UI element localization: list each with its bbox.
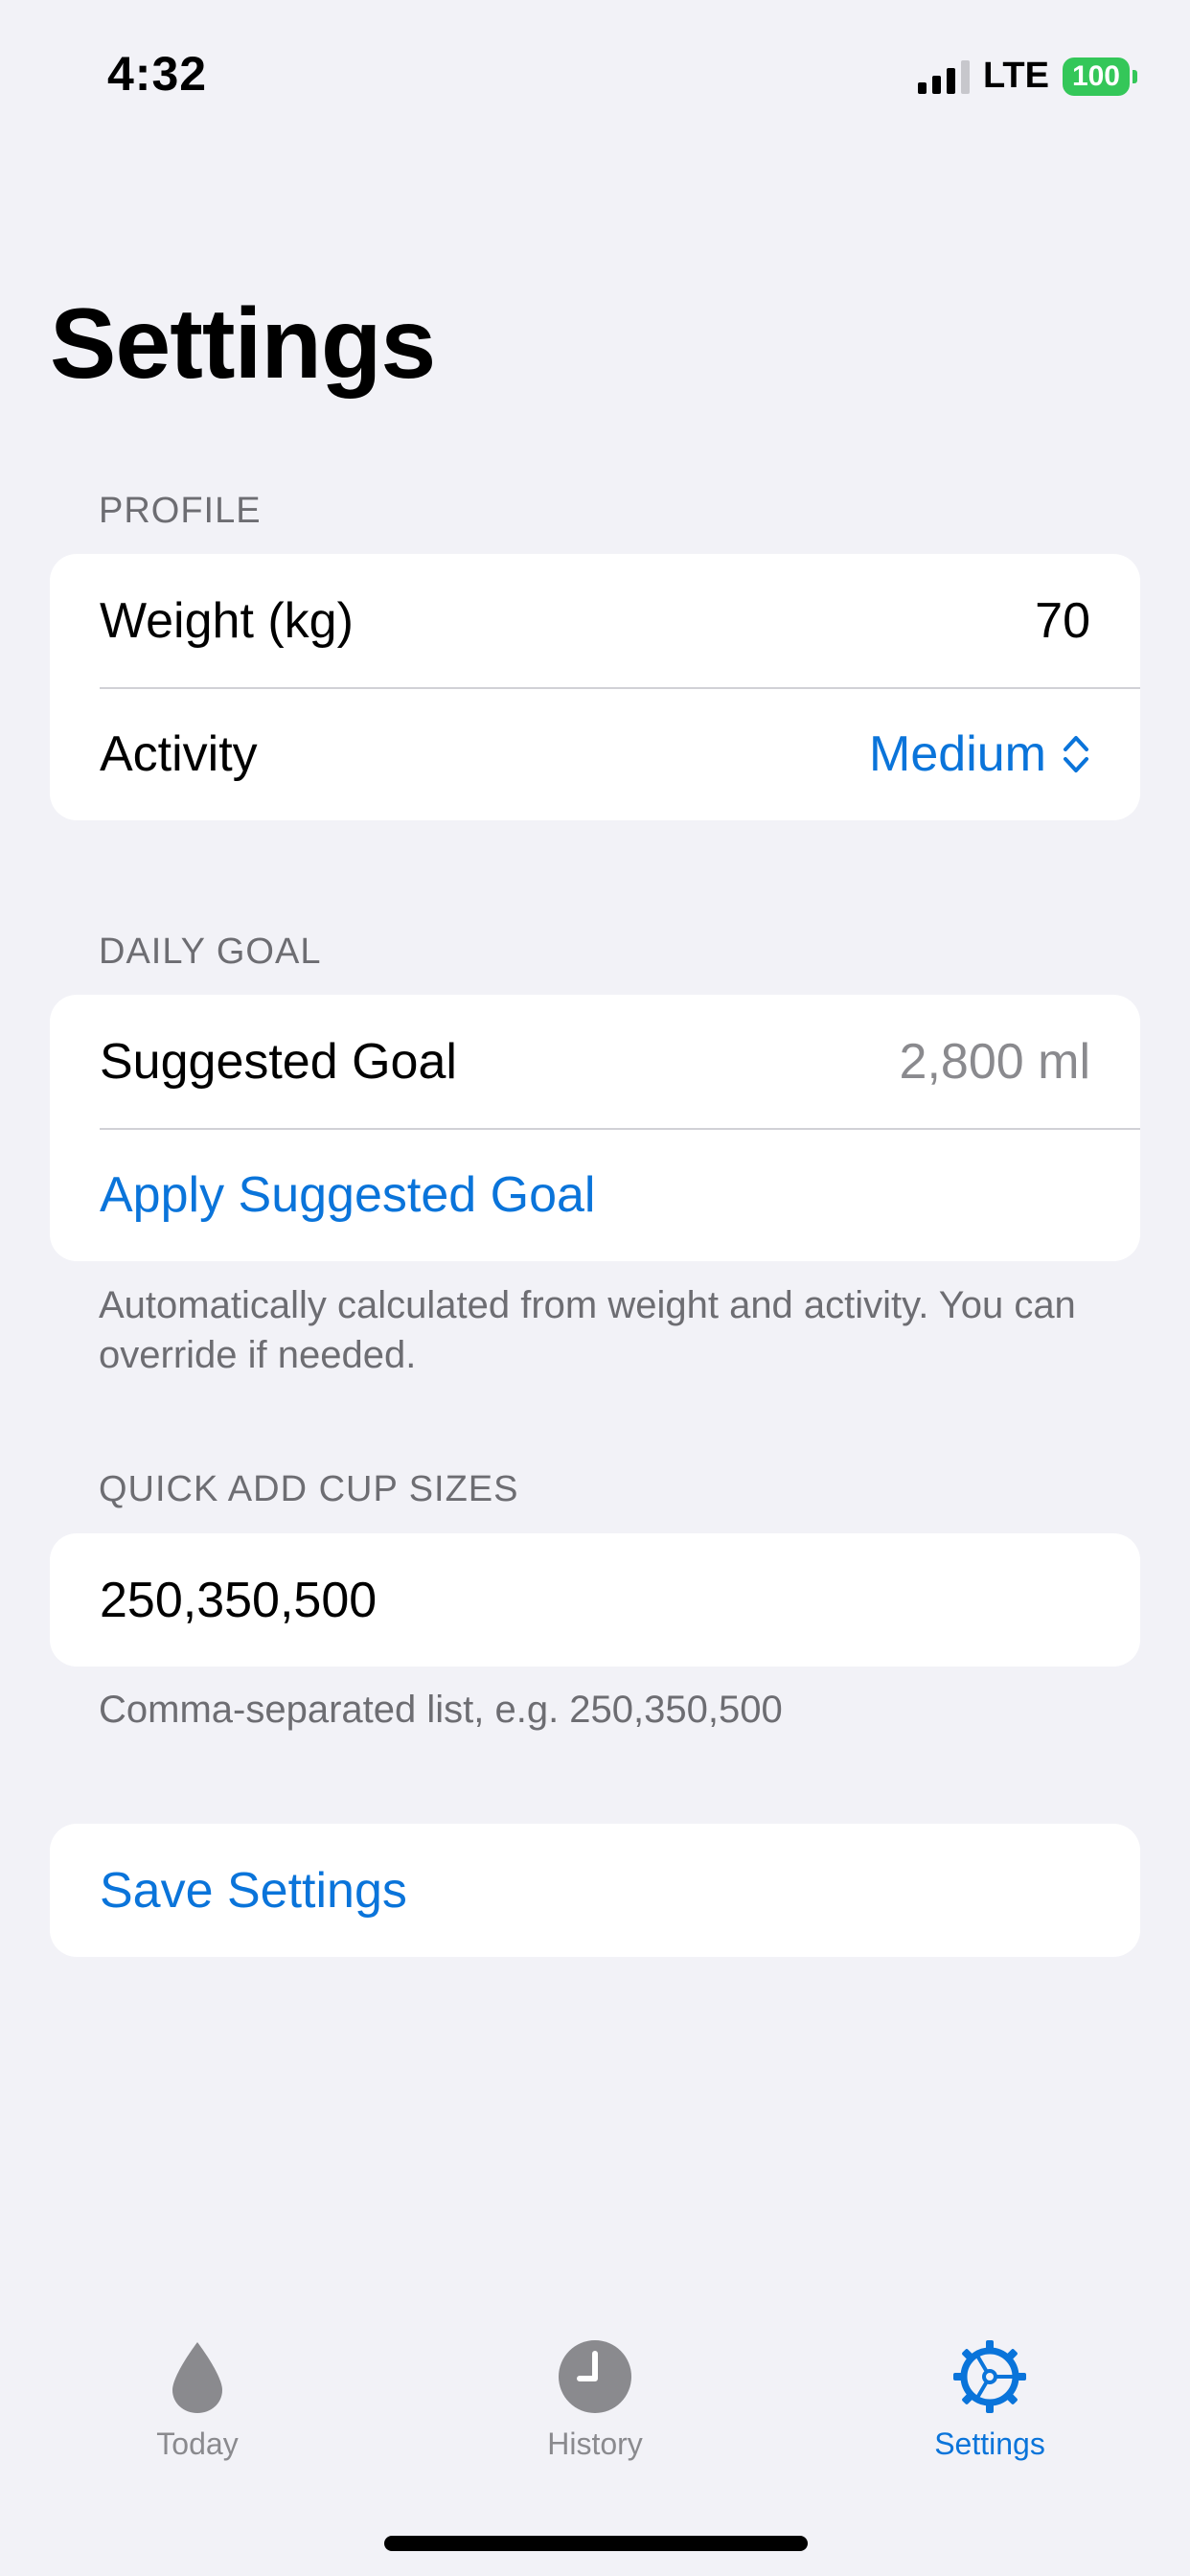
suggested-goal-value: 2,800 ml xyxy=(899,1033,1090,1090)
gear-icon xyxy=(953,2340,1026,2413)
save-settings-button[interactable]: Save Settings xyxy=(50,1824,1140,1957)
home-indicator[interactable] xyxy=(384,2536,808,2551)
weight-label: Weight (kg) xyxy=(100,592,354,649)
activity-row[interactable]: Activity Medium xyxy=(50,687,1140,820)
daily-goal-footer: Automatically calculated from weight and… xyxy=(99,1284,1076,1376)
daily-goal-card: Suggested Goal 2,800 ml Apply Suggested … xyxy=(50,995,1140,1261)
activity-label: Activity xyxy=(100,725,258,782)
tab-today-label: Today xyxy=(156,2426,239,2461)
clock-icon xyxy=(559,2340,631,2413)
cup-sizes-footer: Comma-separated list, e.g. 250,350,500 xyxy=(99,1689,783,1731)
battery-level: 100 xyxy=(1062,57,1130,96)
activity-picker-value: Medium xyxy=(869,725,1046,782)
save-card: Save Settings xyxy=(50,1824,1140,1957)
suggested-goal-row: Suggested Goal 2,800 ml xyxy=(50,995,1140,1128)
status-indicators: LTE 100 xyxy=(917,56,1137,97)
tab-history[interactable]: History xyxy=(499,2338,691,2462)
cup-sizes-field[interactable]: 250,350,500 xyxy=(50,1533,1140,1667)
cup-sizes-card: 250,350,500 xyxy=(50,1533,1140,1667)
tab-history-label: History xyxy=(547,2426,643,2461)
tab-bar: Today History Settings xyxy=(0,2300,1190,2576)
section-header-profile: PROFILE xyxy=(99,491,262,531)
activity-picker[interactable]: Medium xyxy=(869,725,1090,783)
weight-row[interactable]: Weight (kg) 70 xyxy=(50,554,1140,687)
battery-icon: 100 xyxy=(1062,57,1137,96)
water-drop-icon xyxy=(172,2342,222,2413)
apply-suggested-goal-button[interactable]: Apply Suggested Goal xyxy=(50,1128,1140,1261)
save-settings-label: Save Settings xyxy=(100,1862,407,1919)
tab-settings[interactable]: Settings xyxy=(894,2338,1086,2462)
cellular-signal-icon xyxy=(917,59,970,94)
tab-settings-label: Settings xyxy=(934,2426,1045,2461)
apply-suggested-goal-label: Apply Suggested Goal xyxy=(100,1166,596,1223)
status-bar: 4:32 LTE 100 xyxy=(0,0,1190,144)
cup-sizes-value: 250,350,500 xyxy=(100,1572,378,1628)
section-header-cup-sizes: QUICK ADD CUP SIZES xyxy=(99,1469,519,1509)
tab-today[interactable]: Today xyxy=(102,2338,293,2462)
page-title: Settings xyxy=(50,288,436,400)
profile-card: Weight (kg) 70 Activity Medium xyxy=(50,554,1140,820)
weight-field[interactable]: 70 xyxy=(1035,592,1090,650)
section-header-daily-goal: DAILY GOAL xyxy=(99,932,322,972)
chevron-up-down-icon xyxy=(1064,735,1088,772)
network-type: LTE xyxy=(982,56,1049,96)
suggested-goal-label: Suggested Goal xyxy=(100,1033,457,1090)
status-time: 4:32 xyxy=(107,47,208,101)
